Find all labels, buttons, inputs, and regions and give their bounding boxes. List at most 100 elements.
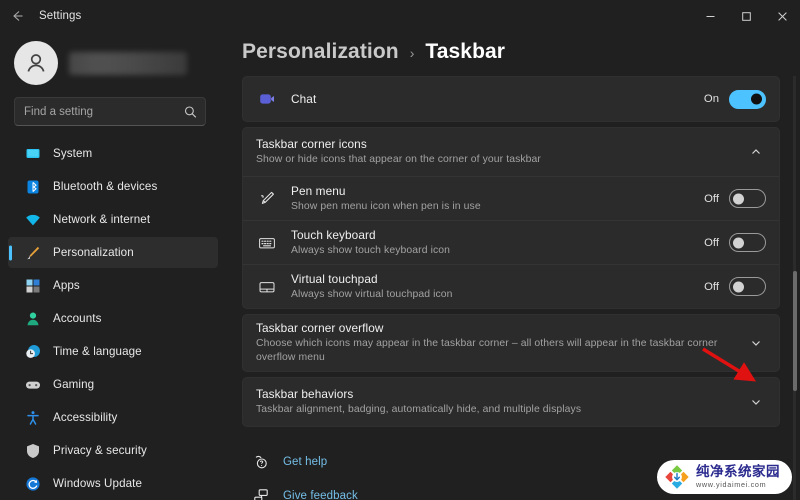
breadcrumb-parent[interactable]: Personalization [242,40,399,64]
chat-toggle[interactable] [729,89,766,109]
breadcrumb-separator-icon: › [409,45,415,61]
network-icon [24,211,41,228]
taskbar-behaviors-text: Taskbar behaviors Taskbar alignment, bad… [256,381,736,423]
row-title: Pen menu [291,183,346,198]
footer-link-label: Get help [283,456,328,468]
taskbar-corner-icons-header[interactable]: Taskbar corner icons Show or hide icons … [243,128,779,176]
pen-menu-toggle[interactable] [729,189,766,208]
sidebar-item-label: Accounts [53,312,102,325]
taskbar-corner-overflow-text: Taskbar corner overflow Choose which ico… [256,315,736,371]
search-icon[interactable] [184,105,197,118]
chevron-down-icon[interactable] [746,333,766,353]
virtual-touchpad-toggle-state: Off [704,280,719,293]
taskbar-behaviors-header[interactable]: Taskbar behaviors Taskbar alignment, bad… [243,378,779,426]
content-scrollbar[interactable] [790,76,798,500]
minimize-icon[interactable] [692,0,728,32]
sidebar-item-label: Privacy & security [53,444,147,457]
pen-menu-text: Pen menu Show pen menu icon when pen is … [291,178,691,220]
row-subtitle: Show pen menu icon when pen is in use [291,200,481,212]
get-help-link[interactable]: Get help [252,449,327,475]
gaming-icon [24,376,41,393]
touch-keyboard-text: Touch keyboard Always show touch keyboar… [291,222,691,264]
touch-keyboard-toggle[interactable] [729,233,766,252]
chat-icon [257,91,277,107]
virtual-touchpad-toggle[interactable] [729,277,766,296]
section-subtitle: Taskbar alignment, badging, automaticall… [256,404,582,415]
pen-icon [257,190,277,207]
bluetooth-icon [24,178,41,195]
virtual-touchpad-controls: Off [701,277,766,296]
chevron-down-icon[interactable] [746,392,766,412]
pen-menu-row: Pen menu Show pen menu icon when pen is … [243,176,779,220]
sidebar-item-label: Time & language [53,345,142,358]
taskbar-corner-overflow-controls [746,333,766,353]
pen-menu-controls: Off [701,189,766,208]
sidebar: System Bluetooth & devices Network & int… [0,32,228,500]
apps-icon [24,277,41,294]
sidebar-item-windows-update[interactable]: Windows Update [8,468,218,499]
settings-scroll-area: Chat On Taskbar corner icons Show or hid [242,76,800,500]
row-subtitle: Always show touch keyboard icon [291,244,451,256]
taskbar-behaviors-card: Taskbar behaviors Taskbar alignment, bad… [242,377,780,427]
sidebar-item-time-language[interactable]: Time & language [8,336,218,367]
watermark-name: 纯净系统家园 [696,463,780,480]
search-container [0,95,220,136]
taskbar-corner-overflow-card: Taskbar corner overflow Choose which ico… [242,314,780,372]
sidebar-item-network-internet[interactable]: Network & internet [8,204,218,235]
give-feedback-link[interactable]: Give feedback [252,483,358,500]
section-title: Taskbar behaviors [256,387,354,401]
watermark-text: 纯净系统家园 www.yidaimei.com [696,463,780,490]
content-pane: Personalization › Taskbar Chat On Taskba… [228,32,800,500]
back-arrow-icon[interactable] [0,0,34,32]
taskbar-corner-icons-controls [746,142,766,162]
window-title: Settings [39,10,82,22]
sidebar-item-accessibility[interactable]: Accessibility [8,402,218,433]
footer-link-label: Give feedback [283,490,358,500]
taskbar-corner-overflow-header[interactable]: Taskbar corner overflow Choose which ico… [243,315,779,371]
sidebar-item-system[interactable]: System [8,138,218,169]
sidebar-item-accounts[interactable]: Accounts [8,303,218,334]
chat-toggle-state: On [703,93,719,105]
search-box[interactable] [14,97,206,126]
account-header[interactable] [0,32,220,95]
close-icon[interactable] [764,0,800,32]
get-help-icon [252,454,270,470]
row-title: Touch keyboard [291,227,376,242]
chat-row-text: Chat [291,86,691,113]
chat-row: Chat On [243,77,779,121]
sidebar-item-personalization[interactable]: Personalization [8,237,218,268]
taskbar-corner-icons-card: Taskbar corner icons Show or hide icons … [242,127,780,309]
windows-update-icon [24,475,41,492]
privacy-security-icon [24,442,41,459]
window-body: System Bluetooth & devices Network & int… [0,32,800,500]
maximize-icon[interactable] [728,0,764,32]
virtual-touchpad-text: Virtual touchpad Always show virtual tou… [291,266,691,308]
sidebar-item-apps[interactable]: Apps [8,270,218,301]
accessibility-icon [24,409,41,426]
search-input[interactable] [15,105,205,118]
touchpad-icon [257,278,277,296]
section-title: Taskbar corner icons [256,137,367,151]
chevron-up-icon[interactable] [746,142,766,162]
sidebar-item-label: Accessibility [53,411,118,424]
watermark-url: www.yidaimei.com [696,480,767,490]
settings-window: Settings Find a setting System Bluetooth… [0,0,800,500]
breadcrumb: Personalization › Taskbar [242,32,800,76]
sidebar-item-privacy-security[interactable]: Privacy & security [8,435,218,466]
page-title: Taskbar [425,40,506,63]
sidebar-item-label: Bluetooth & devices [53,180,158,193]
watermark: 纯净系统家园 www.yidaimei.com [657,460,792,494]
chat-row-controls: On [701,89,766,109]
sidebar-nav: System Bluetooth & devices Network & int… [0,136,220,500]
keyboard-icon [257,234,277,252]
sidebar-item-gaming[interactable]: Gaming [8,369,218,400]
sidebar-item-bluetooth-devices[interactable]: Bluetooth & devices [8,171,218,202]
watermark-logo-icon [665,465,689,489]
chat-row-title: Chat [291,91,317,106]
scrollbar-thumb[interactable] [793,271,797,391]
sidebar-item-label: Windows Update [53,477,143,490]
touch-keyboard-toggle-state: Off [704,236,719,249]
accounts-icon [24,310,41,327]
taskbar-corner-icons-text: Taskbar corner icons Show or hide icons … [256,131,736,173]
time-language-icon [24,343,41,360]
